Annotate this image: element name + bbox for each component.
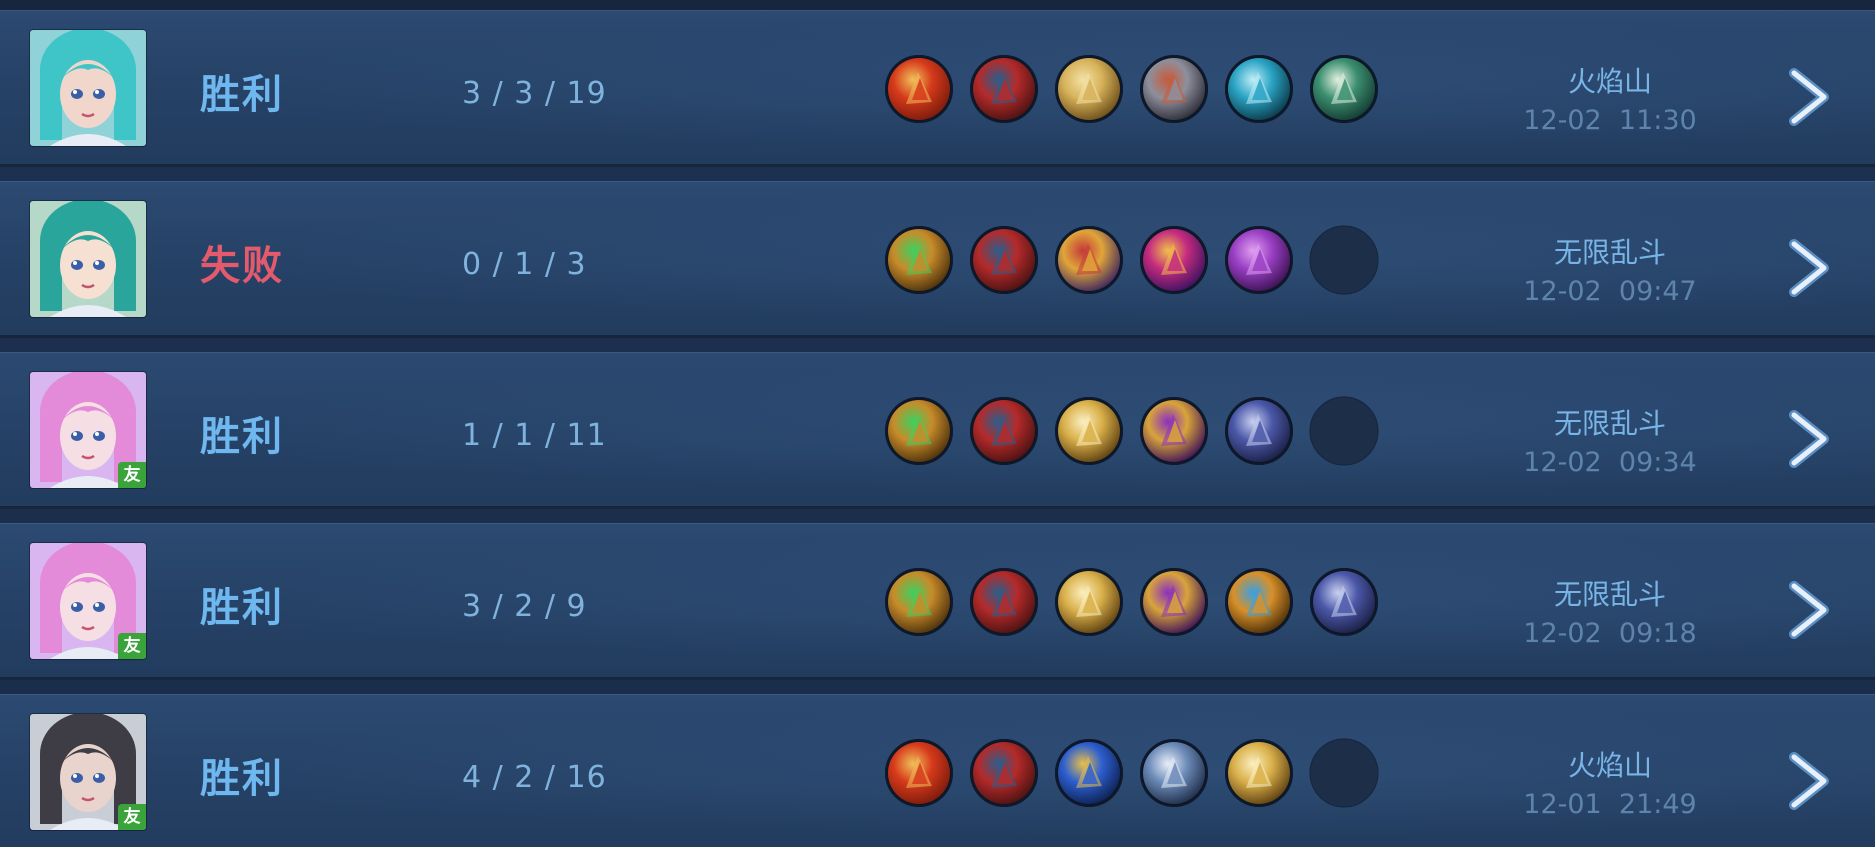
purple-gold-hood-item-icon xyxy=(1139,396,1209,466)
friend-badge: 友 xyxy=(118,633,146,659)
match-time: 12-02 11:30 xyxy=(1523,105,1697,136)
match-row[interactable]: 友 胜利 1 / 1 / 11 无限乱斗 12-02 09:34 xyxy=(0,352,1875,506)
green-gem-staff-item-icon xyxy=(884,225,954,295)
blue-gauntlet-item-icon xyxy=(1054,738,1124,808)
chevron-right-icon[interactable] xyxy=(1788,238,1834,298)
match-time: 12-02 09:34 xyxy=(1523,447,1697,478)
chevron-right-icon[interactable] xyxy=(1788,751,1834,811)
golden-chalice-item-icon xyxy=(1054,225,1124,295)
kda-stats: 4 / 2 / 16 xyxy=(462,760,607,795)
kda-stats: 3 / 2 / 9 xyxy=(462,589,587,624)
golden-hood-item-icon xyxy=(1054,396,1124,466)
empty-item-slot xyxy=(1309,396,1379,466)
kda-stats: 1 / 1 / 11 xyxy=(462,418,607,453)
game-mode: 火焰山 xyxy=(1567,65,1652,98)
game-mode: 无限乱斗 xyxy=(1553,236,1666,269)
violet-armor-item-icon xyxy=(1309,567,1379,637)
green-gem-staff-item-icon xyxy=(884,567,954,637)
empty-item-slot xyxy=(1309,738,1379,808)
empty-item-slot xyxy=(1309,225,1379,295)
red-boots-item-icon xyxy=(969,54,1039,124)
green-gem-staff-item-icon xyxy=(884,396,954,466)
flame-sword-item-icon xyxy=(884,738,954,808)
golden-hood-item-icon xyxy=(1054,567,1124,637)
match-result: 胜利 xyxy=(200,585,284,631)
game-mode: 无限乱斗 xyxy=(1553,578,1666,611)
kda-stats: 3 / 3 / 19 xyxy=(462,76,607,111)
green-boots-item-icon xyxy=(1309,54,1379,124)
match-time: 12-01 21:49 xyxy=(1523,789,1697,820)
flame-sword-item-icon xyxy=(884,54,954,124)
match-row[interactable]: 友 胜利 3 / 2 / 9 无限乱斗 12-02 09:18 xyxy=(0,523,1875,677)
match-time: 12-02 09:18 xyxy=(1523,618,1697,649)
match-result: 胜利 xyxy=(200,414,284,460)
silver-armor-item-icon xyxy=(1139,54,1209,124)
hero-avatar[interactable] xyxy=(30,30,146,146)
hero-avatar[interactable]: 友 xyxy=(30,372,146,488)
top-divider xyxy=(0,0,1875,10)
match-result: 失败 xyxy=(200,243,284,289)
match-history-screen: 胜利 3 / 3 / 19 火焰山 12-02 11:30 失败 0 / 1 /… xyxy=(0,0,1875,847)
hero-avatar[interactable] xyxy=(30,201,146,317)
kda-stats: 0 / 1 / 3 xyxy=(462,247,587,282)
red-boots-item-icon xyxy=(969,738,1039,808)
hero-avatar[interactable]: 友 xyxy=(30,543,146,659)
golden-hood-item-icon xyxy=(1224,738,1294,808)
golden-shield-item-icon xyxy=(1224,567,1294,637)
chevron-right-icon[interactable] xyxy=(1788,67,1834,127)
violet-armor-item-icon xyxy=(1224,396,1294,466)
chevron-right-icon[interactable] xyxy=(1788,580,1834,640)
purple-gold-hood-item-icon xyxy=(1139,567,1209,637)
chevron-right-icon[interactable] xyxy=(1788,409,1834,469)
friend-badge: 友 xyxy=(118,462,146,488)
purple-tome-item-icon xyxy=(1224,225,1294,295)
cyan-blade-item-icon xyxy=(1224,54,1294,124)
game-mode: 火焰山 xyxy=(1567,749,1652,782)
hero-avatar[interactable]: 友 xyxy=(30,714,146,830)
match-time: 12-02 09:47 xyxy=(1523,276,1697,307)
match-result: 胜利 xyxy=(200,756,284,802)
red-boots-item-icon xyxy=(969,225,1039,295)
golden-cape-item-icon xyxy=(1054,54,1124,124)
red-boots-item-icon xyxy=(969,396,1039,466)
match-row[interactable]: 失败 0 / 1 / 3 无限乱斗 12-02 09:47 xyxy=(0,181,1875,335)
match-row[interactable]: 胜利 3 / 3 / 19 火焰山 12-02 11:30 xyxy=(0,10,1875,164)
game-mode: 无限乱斗 xyxy=(1553,407,1666,440)
friend-badge: 友 xyxy=(118,804,146,830)
red-boots-item-icon xyxy=(969,567,1039,637)
match-row[interactable]: 友 胜利 4 / 2 / 16 火焰山 12-01 21:49 xyxy=(0,694,1875,847)
match-result: 胜利 xyxy=(200,72,284,118)
silver-mask-item-icon xyxy=(1139,738,1209,808)
magenta-orb-item-icon xyxy=(1139,225,1209,295)
